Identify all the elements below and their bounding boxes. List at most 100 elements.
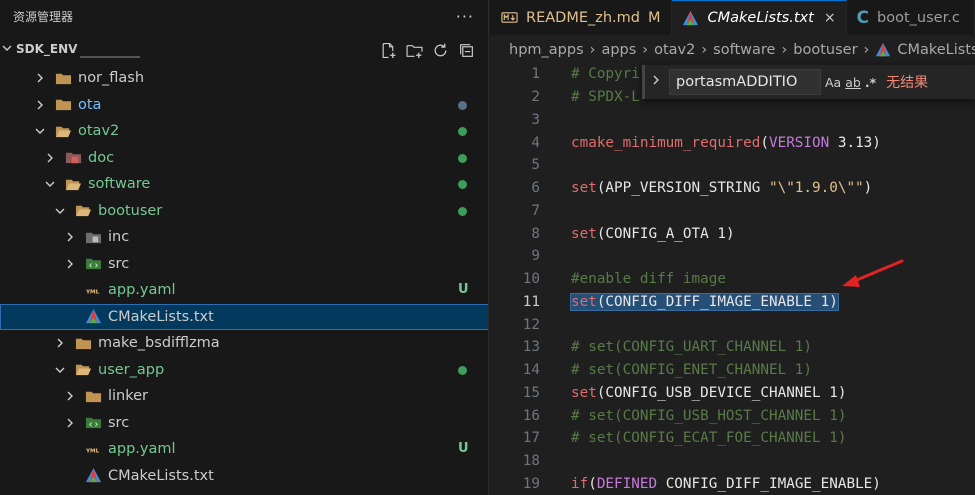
chevron-right-icon: › xyxy=(589,42,596,58)
tree-item[interactable]: linker xyxy=(0,383,488,410)
chevron-down-icon[interactable] xyxy=(52,203,68,219)
use-regex-icon[interactable]: .* xyxy=(865,75,876,90)
code-line[interactable]: 14 # set(CONFIG_ENET_CHANNEL 1) xyxy=(490,359,975,382)
code-line[interactable]: 12 xyxy=(490,313,975,336)
find-input[interactable]: portasmADDITIO xyxy=(669,69,821,95)
chevron-right-icon[interactable] xyxy=(62,256,78,272)
tree-item[interactable]: bootuser xyxy=(0,198,488,225)
chevron-right-icon: › xyxy=(781,42,788,58)
breadcrumb-item[interactable]: bootuser xyxy=(793,42,857,58)
line-number: 17 xyxy=(522,430,540,447)
tree-item[interactable]: ota xyxy=(0,92,488,119)
modified-badge: M xyxy=(647,9,661,26)
chevron-right-icon[interactable] xyxy=(62,229,78,245)
breadcrumb-item[interactable]: otav2 xyxy=(654,42,695,58)
chevron-down-icon xyxy=(1,42,13,56)
tab-cmakelists[interactable]: CMakeLists.txt × xyxy=(671,0,847,35)
cmake-file-icon xyxy=(84,467,102,485)
chevron-right-icon[interactable] xyxy=(62,388,78,404)
git-status-dot xyxy=(458,180,467,189)
code-line[interactable]: 16 # set(CONFIG_USB_HOST_CHANNEL 1) xyxy=(490,404,975,427)
chevron-right-icon[interactable] xyxy=(42,150,58,166)
tree-item[interactable]: YML app.yaml U xyxy=(0,436,488,463)
tab-readme[interactable]: README_zh.md M xyxy=(490,0,672,35)
match-case-icon[interactable]: Aa xyxy=(825,75,841,90)
tree-item[interactable]: make_bsdifflzma xyxy=(0,330,488,357)
tree-item[interactable]: CMakeLists.txt xyxy=(0,303,488,330)
refresh-icon[interactable] xyxy=(431,41,450,59)
tree-item-label: app.yaml xyxy=(108,441,176,458)
tree-item-label: software xyxy=(88,176,151,193)
match-whole-word-icon[interactable]: ab xyxy=(845,75,861,90)
code-text: # set(CONFIG_ECAT_FOE_CHANNEL 1) xyxy=(571,430,846,446)
code-line[interactable]: 13 # set(CONFIG_UART_CHANNEL 1) xyxy=(490,336,975,359)
tree-item[interactable]: CMakeLists.txt xyxy=(0,463,488,490)
code-line[interactable]: 7 xyxy=(490,200,975,223)
code-token: # set(CONFIG_UART_CHANNEL 1) xyxy=(571,339,813,356)
line-number: 2 xyxy=(531,89,540,106)
code-token: # set(CONFIG_USB_HOST_CHANNEL 1) xyxy=(571,407,847,424)
code-line[interactable]: 3 xyxy=(490,109,975,132)
code-text: # Copyri xyxy=(571,66,640,82)
folder-open-icon xyxy=(64,175,82,193)
tree-item[interactable]: inc xyxy=(0,224,488,251)
code-line[interactable]: 19 if(DEFINED CONFIG_DIFF_IMAGE_ENABLE) xyxy=(490,473,975,495)
tree-item[interactable]: src xyxy=(0,410,488,437)
code-line[interactable]: 5 xyxy=(490,154,975,177)
tree-item[interactable]: doc xyxy=(0,145,488,172)
chevron-right-icon: › xyxy=(863,42,870,58)
tab-boot-user[interactable]: C boot_user.c xyxy=(846,0,975,35)
toggle-replace-icon[interactable] xyxy=(651,74,669,90)
collapse-all-icon[interactable] xyxy=(457,41,476,59)
explorer-header: 资源管理器 ··· xyxy=(0,0,488,33)
breadcrumb-item[interactable]: apps xyxy=(601,42,636,58)
code-token: (APP_VERSION_STRING xyxy=(596,180,769,197)
c-file-icon: C xyxy=(856,7,870,28)
code-line[interactable]: 8 set(CONFIG_A_OTA 1) xyxy=(490,222,975,245)
breadcrumb: hpm_apps › apps › otav2 › software › boo… xyxy=(490,35,975,65)
chevron-right-icon[interactable] xyxy=(32,70,48,86)
code-token: CONFIG_DIFF_IMAGE_ENABLE) xyxy=(657,475,881,492)
code-line[interactable]: 17 # set(CONFIG_ECAT_FOE_CHANNEL 1) xyxy=(490,427,975,450)
breadcrumb-item[interactable]: software xyxy=(713,42,775,58)
doc-folder-icon xyxy=(64,149,82,167)
more-actions-icon[interactable]: ··· xyxy=(456,8,474,25)
close-tab-icon[interactable]: × xyxy=(824,10,836,26)
tree-item[interactable]: user_app xyxy=(0,357,488,384)
tree-item-label: src xyxy=(108,414,130,431)
code-line[interactable]: 15 set(CONFIG_USB_DEVICE_CHANNEL 1) xyxy=(490,382,975,405)
tree-item-label: src xyxy=(108,255,130,272)
yaml-file-icon: YML xyxy=(84,440,102,458)
chevron-right-icon[interactable] xyxy=(32,97,48,113)
code-token: set xyxy=(571,384,597,401)
new-folder-icon[interactable] xyxy=(405,41,424,59)
breadcrumb-item[interactable]: CMakeLists.txt xyxy=(897,42,975,58)
chevron-right-icon[interactable] xyxy=(52,335,68,351)
code-token: ) xyxy=(863,180,873,197)
new-file-icon[interactable] xyxy=(379,41,398,59)
tree-item[interactable]: src xyxy=(0,251,488,278)
cmake-file-icon xyxy=(84,308,102,326)
git-untracked-badge: U xyxy=(458,282,469,297)
workspace-header[interactable]: SDK_ENV xyxy=(0,33,488,65)
line-number: 5 xyxy=(531,157,540,174)
find-query: portasmADDITIO xyxy=(676,74,798,90)
code-line[interactable]: 18 xyxy=(490,450,975,473)
tree-item[interactable]: nor_flash xyxy=(0,65,488,92)
tree-item[interactable]: YML app.yaml U xyxy=(0,277,488,304)
chevron-right-icon[interactable] xyxy=(62,415,78,431)
chevron-down-icon[interactable] xyxy=(32,123,48,139)
chevron-down-icon[interactable] xyxy=(52,362,68,378)
code-token: # set(CONFIG_ENET_CHANNEL 1) xyxy=(571,362,813,379)
code-text: set(APP_VERSION_STRING "\"1.9.0\"") xyxy=(571,180,872,196)
explorer-title: 资源管理器 xyxy=(13,10,74,24)
cmake-file-icon xyxy=(875,42,891,58)
chevron-down-icon[interactable] xyxy=(42,176,58,192)
code-line[interactable]: 4 cmake_minimum_required(VERSION 3.13) xyxy=(490,131,975,154)
code-line[interactable]: 6 set(APP_VERSION_STRING "\"1.9.0\"") xyxy=(490,177,975,200)
code-text: #enable diff image xyxy=(571,271,726,287)
tree-item[interactable]: software xyxy=(0,171,488,198)
tree-item[interactable]: otav2 xyxy=(0,118,488,145)
code-token: (CONFIG_A_OTA 1) xyxy=(596,225,735,242)
breadcrumb-item[interactable]: hpm_apps xyxy=(509,42,584,58)
